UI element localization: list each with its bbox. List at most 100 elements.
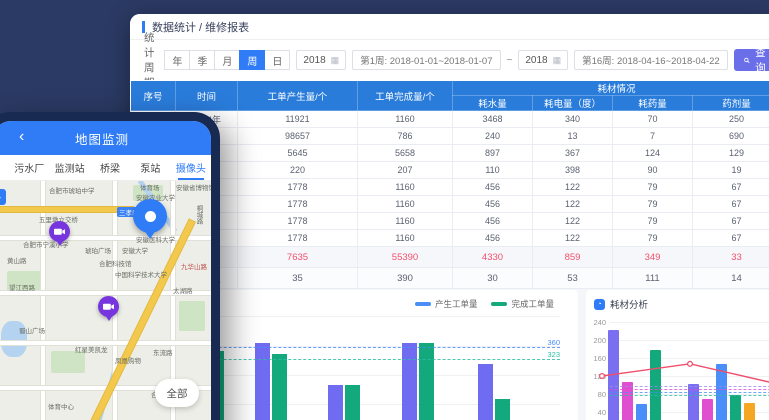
expand-icon[interactable]: ›: [0, 189, 6, 205]
reference-label: 323: [547, 350, 560, 359]
tab-桥梁[interactable]: 桥梁: [90, 155, 130, 180]
map-label: 太湖路: [173, 285, 193, 295]
period-option-月[interactable]: 月: [214, 50, 240, 70]
table-row: 6177811604561227967: [131, 196, 769, 213]
map-label: 体育中心: [48, 401, 74, 411]
year-to-value: 2018: [525, 55, 547, 66]
table-row: 5177811604561227967: [131, 179, 769, 196]
camera-marker[interactable]: [49, 221, 70, 242]
reference-line: [610, 395, 769, 396]
bar-产生工单量: [478, 364, 493, 420]
y-axis-tick: 40: [586, 408, 606, 417]
bar-完成工单量: [272, 354, 287, 420]
gridline: [610, 358, 769, 359]
legend-label: 产生工单量: [435, 298, 478, 310]
tab-泵站[interactable]: 泵站: [130, 155, 170, 180]
gridline: [610, 376, 769, 377]
phone-header: ‹ 地图监测: [0, 121, 211, 155]
map-label: 九华山路: [181, 261, 207, 271]
period-option-日[interactable]: 日: [264, 50, 290, 70]
period-segments: 年季月周日: [165, 50, 290, 70]
camera-icon: [54, 227, 65, 236]
reference-line: [610, 389, 769, 390]
map-label: 中国科学技术大学: [115, 269, 167, 279]
bar-产生工单量: [402, 343, 417, 420]
consumable-bar: [744, 403, 755, 420]
map-view[interactable]: › 全部 合肥市琥珀中学体育场安徽农业大学安徽省博物馆桐城路五里墩立交桥三孝口安…: [0, 181, 211, 420]
gridline: [610, 322, 769, 323]
phone-screen: ‹ 地图监测 污水厂监测站桥梁泵站摄像头: [0, 121, 211, 420]
report-table: 序号 时间 工单产生量/个 工单完成量/个 耗材情况 耗水量 耗电量（度） 耗药…: [130, 80, 769, 289]
map-label: 琥珀广场: [85, 245, 111, 255]
marker-dot: [145, 211, 156, 222]
period-option-年[interactable]: 年: [164, 50, 190, 70]
consumable-bar: [622, 382, 633, 420]
sub-header: 药剂量: [693, 96, 769, 111]
reference-line: [610, 392, 769, 393]
y-axis-tick: 80: [586, 390, 606, 399]
y-axis-tick: 200: [586, 336, 606, 345]
consumables-chart-card: ◔ 耗材分析 2402001601208040: [586, 290, 769, 420]
phone-mockup: ‹ 地图监测 污水厂监测站桥梁泵站摄像头: [0, 112, 220, 420]
year-to-select[interactable]: 2018 ▦: [518, 50, 568, 70]
y-axis-tick: 240: [586, 318, 606, 327]
map-label: 红星美凯龙: [75, 344, 108, 354]
bar-完成工单量: [419, 343, 434, 420]
calendar-icon: ▦: [553, 55, 562, 66]
map-label: 安徽省博物馆: [176, 182, 211, 192]
back-icon[interactable]: ‹: [19, 127, 24, 147]
consumable-bar: [730, 395, 741, 420]
chart-legend: 产生工单量 完成工单量: [415, 298, 554, 310]
map-label: 安徽大学: [122, 245, 148, 255]
week-from-field[interactable]: 第1周: 2018-01-01~2018-01-07: [352, 50, 500, 70]
all-filter-button[interactable]: 全部: [155, 379, 199, 407]
tab-监测站[interactable]: 监测站: [49, 155, 89, 180]
sub-header: 耗药量: [613, 96, 693, 111]
consumable-bar: [636, 404, 647, 420]
table-row: 356455658897367124129: [131, 145, 769, 162]
desktop-panel: 数据统计 / 维修报表 统计周期: 年季月周日 2018 ▦ 第1周: 2018…: [130, 14, 769, 420]
consumable-bar: [608, 330, 619, 420]
bar-完成工单量: [345, 385, 360, 420]
page-background: 数据统计 / 维修报表 统计周期: 年季月周日 2018 ▦ 第1周: 2018…: [0, 0, 769, 420]
table-row: 42202071103989019: [131, 162, 769, 179]
col-header: 工单完成量/个: [358, 81, 453, 111]
gridline: [610, 340, 769, 341]
period-option-周[interactable]: 周: [239, 50, 265, 70]
reference-label: 360: [547, 338, 560, 347]
legend-label: 完成工单量: [511, 298, 554, 310]
search-button[interactable]: 查询: [734, 49, 769, 71]
map-park: [51, 351, 85, 373]
sub-header: 耗水量: [453, 96, 533, 111]
legend-swatch: [415, 302, 431, 306]
map-label: 体育场: [140, 182, 160, 192]
table-row: 7177811604561227967: [131, 213, 769, 230]
map-highway: [0, 207, 133, 212]
col-header: 工单产生量/个: [238, 81, 358, 111]
map-label: 黄山路: [7, 255, 27, 265]
map-park: [179, 301, 205, 331]
search-icon: [744, 56, 750, 65]
consumable-bar: [702, 399, 713, 420]
col-header: 时间: [176, 81, 238, 111]
bar-产生工单量: [255, 343, 270, 420]
week-to-field[interactable]: 第16周: 2018-04-16~2018-04-22: [574, 50, 728, 70]
tab-污水厂[interactable]: 污水厂: [9, 155, 49, 180]
period-option-季[interactable]: 季: [189, 50, 215, 70]
y-axis-tick: 160: [586, 354, 606, 363]
map-label: 望江西路: [9, 282, 35, 292]
table-total-row: 合计763555390433085934933: [131, 247, 769, 268]
bar-完成工单量: [495, 399, 510, 420]
tab-摄像头[interactable]: 摄像头: [171, 155, 211, 180]
y-axis-tick: 120: [586, 372, 606, 381]
phone-tab-bar: 污水厂监测站桥梁泵站摄像头: [0, 155, 211, 181]
year-from-value: 2018: [303, 55, 325, 66]
filter-bar: 统计周期: 年季月周日 2018 ▦ 第1周: 2018-01-01~2018-…: [130, 40, 769, 80]
col-header: 序号: [131, 81, 176, 111]
selected-location-marker[interactable]: [133, 199, 167, 233]
consumables-chart-plot: 240 200 160 120 80 40: [586, 290, 769, 420]
legend-item: 完成工单量: [491, 298, 554, 310]
group-header: 耗材情况: [453, 81, 769, 96]
year-from-select[interactable]: 2018 ▦: [296, 50, 346, 70]
camera-marker[interactable]: [98, 296, 119, 317]
